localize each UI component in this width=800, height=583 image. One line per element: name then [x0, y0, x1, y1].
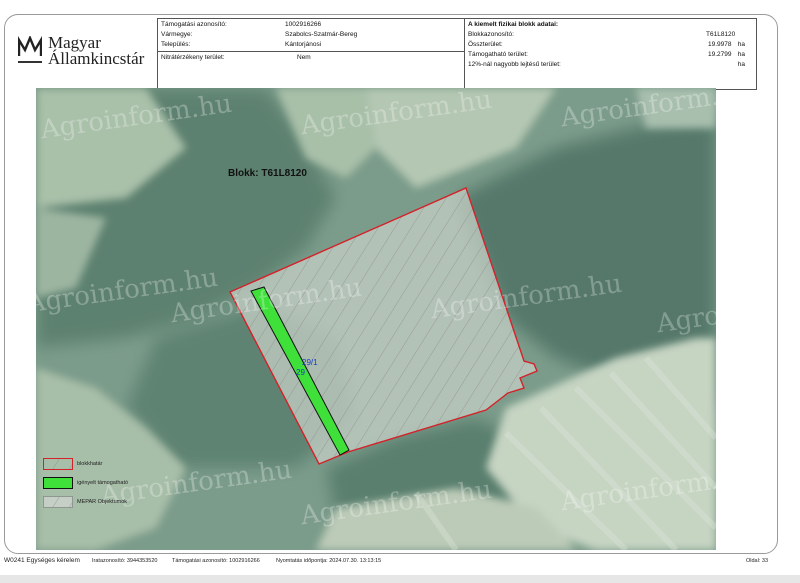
- page-footer: W0241 Egységes kérelem Iratazonosító: 39…: [4, 556, 780, 568]
- settlement-row: Település: Kántorjánosi: [161, 40, 461, 50]
- block-label: Blokk: T61L8120: [228, 168, 307, 179]
- total-area-label: Összterület:: [468, 41, 503, 48]
- block-boundary-swatch: [43, 458, 73, 470]
- table-divider: [158, 51, 464, 52]
- county-label: Vármegye:: [161, 31, 193, 38]
- total-area-row: Összterület: 19.9978 ha: [468, 40, 753, 50]
- footer-page-number: Oldal: 33: [746, 558, 769, 564]
- slope-area-row: 12%-nál nagyobb lejtésű terület: ha: [468, 60, 753, 70]
- nitrate-value: Nem: [297, 54, 311, 61]
- footer-support-id: Támogatási azonosító: 1002916266: [172, 558, 260, 564]
- map-legend: blokkhatár igényelt támogatható MEPAR Ob…: [43, 458, 203, 518]
- supportable-area-unit: ha: [737, 51, 745, 58]
- agency-logo: Magyar Államkincstár: [18, 33, 158, 70]
- parcel-label-29: 29: [296, 368, 305, 377]
- block-id-row: Blokkazonosító: T61L8120: [468, 30, 753, 40]
- county-row: Vármegye: Szabolcs-Szatmár-Bereg: [161, 30, 461, 40]
- block-id-value: T61L8120: [706, 31, 736, 38]
- bottom-scroll-area: [0, 575, 800, 583]
- legend-label-claimed: igényelt támogatható: [77, 480, 129, 486]
- total-area-value: 19.9978: [708, 41, 732, 48]
- footer-form-title: W0241 Egységes kérelem: [4, 557, 80, 564]
- settlement-label: Település:: [161, 41, 191, 48]
- legend-label-block-boundary: blokkhatár: [77, 461, 103, 467]
- nitrate-row: Nitrátérzékeny terület: Nem: [161, 53, 461, 63]
- supportable-area-label: Támogatható terület:: [468, 51, 528, 58]
- supportable-area-value: 19.2799: [708, 51, 732, 58]
- claimed-swatch: [43, 477, 73, 489]
- legend-label-mepar: MEPAR Objektumok: [77, 499, 128, 505]
- county-value: Szabolcs-Szatmár-Bereg: [285, 31, 358, 38]
- support-id-value: 1002916266: [285, 21, 322, 28]
- footer-print-time: Nyomtatás időpontja: 2024.07.30. 13:13:1…: [276, 558, 382, 564]
- support-id-row: Támogatási azonosító: 1002916266: [161, 20, 461, 30]
- logo-rule: [18, 61, 42, 63]
- total-area-unit: ha: [737, 41, 745, 48]
- slope-area-label: 12%-nál nagyobb lejtésű terület:: [468, 61, 561, 68]
- block-id-label: Blokkazonosító:: [468, 31, 514, 38]
- header-info-table: Támogatási azonosító: 1002916266 Vármegy…: [157, 18, 757, 90]
- mepar-swatch: [43, 496, 73, 508]
- supportable-area-row: Támogatható terület: 19.2799 ha: [468, 50, 753, 60]
- application-info: Támogatási azonosító: 1002916266 Vármegy…: [158, 19, 465, 89]
- footer-case-id: Iratazonosító: 3944353520: [92, 558, 158, 564]
- block-title-row: A kiemelt fizikai blokk adatai:: [468, 20, 753, 30]
- slope-area-unit: ha: [737, 61, 745, 68]
- logo-text-line2: Államkincstár: [48, 49, 145, 68]
- crown-icon: [18, 36, 42, 56]
- settlement-value: Kántorjánosi: [285, 41, 322, 48]
- support-id-label: Támogatási azonosító:: [161, 21, 227, 28]
- nitrate-label: Nitrátérzékeny terület:: [161, 54, 225, 61]
- parcel-label-29-1: 29/1: [302, 358, 318, 367]
- aerial-map[interactable]: Blokk: T61L8120 29/1 29 Agroinform.hu Ag…: [36, 88, 716, 550]
- block-info-title: A kiemelt fizikai blokk adatai:: [468, 21, 559, 28]
- block-info: A kiemelt fizikai blokk adatai: Blokkazo…: [465, 19, 756, 89]
